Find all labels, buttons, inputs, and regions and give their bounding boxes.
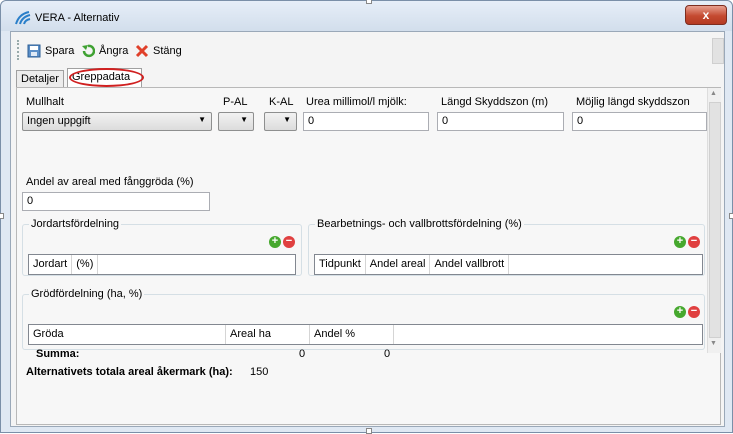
- add-icon[interactable]: +: [674, 236, 686, 248]
- bearbetning-group: Bearbetnings- och vallbrottsfördelning (…: [308, 218, 705, 276]
- window-title: VERA - Alternativ: [35, 12, 120, 24]
- tab-detaljer[interactable]: Detaljer: [16, 70, 64, 87]
- mojlig-skyddszon-input[interactable]: 0: [572, 112, 707, 131]
- kal-label: K-AL: [269, 96, 294, 108]
- column-header[interactable]: (%): [72, 255, 99, 274]
- urea-input[interactable]: 0: [303, 112, 429, 131]
- undo-icon: [82, 44, 95, 58]
- app-window: VERA - Alternativ x Spara Ångra Stäng De…: [0, 0, 733, 434]
- jordarts-grid-header: Jordart (%): [28, 254, 296, 275]
- column-header[interactable]: Areal ha: [226, 325, 310, 344]
- skyddszon-input[interactable]: 0: [437, 112, 564, 131]
- column-header[interactable]: Tidpunkt: [315, 255, 366, 274]
- scroll-down-icon[interactable]: ▼: [710, 340, 717, 347]
- fanggroda-input[interactable]: 0: [22, 192, 210, 211]
- remove-icon[interactable]: −: [283, 236, 295, 248]
- scrollbar-thumb[interactable]: [709, 102, 721, 338]
- bearbetning-actions: + −: [674, 236, 700, 248]
- close-icon: [135, 44, 149, 58]
- column-header[interactable]: Andel areal: [366, 255, 431, 274]
- skyddszon-label: Längd Skyddszon (m): [441, 96, 548, 108]
- save-label: Spara: [45, 45, 75, 57]
- chevron-down-icon: ▼: [240, 115, 248, 124]
- chevron-down-icon: ▼: [198, 115, 206, 124]
- save-button[interactable]: Spara: [27, 43, 74, 59]
- add-icon[interactable]: +: [674, 306, 686, 318]
- undo-label: Ångra: [99, 45, 129, 57]
- jordarts-title: Jordartsfördelning: [29, 218, 122, 230]
- undo-button[interactable]: Ångra: [81, 43, 128, 59]
- greppadata-panel: Mullhalt P-AL K-AL Urea millimol/l mjölk…: [16, 87, 721, 425]
- column-header[interactable]: Andel vallbrott: [430, 255, 510, 274]
- tab-strip: Detaljer Greppadata: [16, 68, 721, 87]
- mullhalt-value: Ingen uppgift: [27, 115, 91, 127]
- column-header[interactable]: Andel %: [310, 325, 394, 344]
- pal-label: P-AL: [223, 96, 248, 108]
- toolbar: Spara Ångra Stäng: [11, 32, 724, 68]
- summa-label: Summa:: [36, 348, 80, 360]
- scroll-up-icon[interactable]: ▲: [710, 90, 717, 97]
- grodfordelning-actions: + −: [674, 306, 700, 318]
- toolbar-grip[interactable]: [17, 40, 19, 60]
- fanggroda-label: Andel av areal med fånggröda (%): [26, 176, 194, 188]
- bearbetning-title: Bearbetnings- och vallbrottsfördelning (…: [315, 218, 524, 230]
- bearbetning-grid-header: Tidpunkt Andel areal Andel vallbrott: [314, 254, 703, 275]
- save-icon: [27, 44, 41, 58]
- resize-handle-top[interactable]: [366, 0, 372, 4]
- close-label: Stäng: [153, 45, 182, 57]
- resize-handle-bottom[interactable]: [366, 428, 372, 434]
- jordarts-group: Jordartsfördelning + − Jordart (%): [22, 218, 302, 276]
- total-areal-label: Alternativets totala areal åkermark (ha)…: [26, 366, 233, 378]
- resize-handle-left[interactable]: [0, 213, 4, 219]
- pal-select[interactable]: ▼: [218, 112, 254, 131]
- mullhalt-label: Mullhalt: [26, 96, 64, 108]
- client-area: Spara Ångra Stäng Detaljer Greppadata Mu…: [10, 31, 725, 427]
- grodfordelning-title: Grödfördelning (ha, %): [29, 288, 145, 300]
- resize-handle-right[interactable]: [729, 213, 733, 219]
- kal-select[interactable]: ▼: [264, 112, 297, 131]
- window-close-button[interactable]: x: [685, 5, 727, 25]
- summa-areal-value: 0: [299, 348, 306, 360]
- grodfordelning-group: Grödfördelning (ha, %) + − Gröda Areal h…: [22, 288, 705, 350]
- column-header[interactable]: Jordart: [29, 255, 73, 274]
- chevron-down-icon: ▼: [283, 115, 291, 124]
- title-bar[interactable]: VERA - Alternativ x: [1, 1, 732, 31]
- toolbar-overflow[interactable]: [712, 38, 724, 64]
- tab-greppadata[interactable]: Greppadata: [67, 68, 142, 87]
- total-areal-value: 150: [250, 366, 269, 378]
- mullhalt-select[interactable]: Ingen uppgift ▼: [22, 112, 212, 131]
- remove-icon[interactable]: −: [688, 306, 700, 318]
- close-tool-button[interactable]: Stäng: [135, 43, 182, 59]
- grodfordelning-grid-header: Gröda Areal ha Andel %: [28, 324, 703, 345]
- add-icon[interactable]: +: [269, 236, 281, 248]
- app-logo-icon: [15, 11, 31, 25]
- summa-andel-value: 0: [384, 348, 391, 360]
- urea-label: Urea millimol/l mjölk:: [306, 96, 407, 108]
- jordarts-actions: + −: [269, 236, 295, 248]
- vertical-scrollbar[interactable]: ▲ ▼: [707, 88, 721, 353]
- column-header[interactable]: Gröda: [29, 325, 226, 344]
- remove-icon[interactable]: −: [688, 236, 700, 248]
- mojlig-skyddszon-label: Möjlig längd skyddszon: [576, 96, 690, 108]
